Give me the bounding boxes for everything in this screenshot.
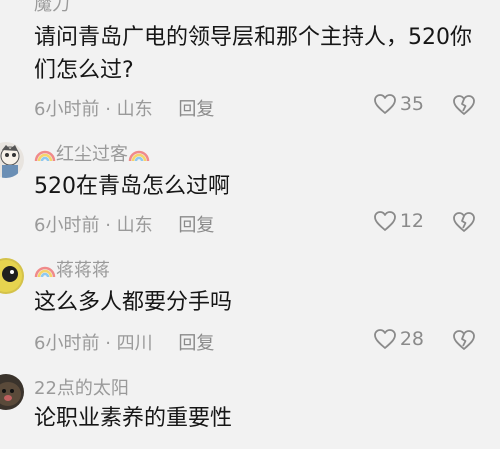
comment-meta: 6小时前 · 山东 回复 [34,211,214,237]
rainbow-icon [34,150,56,162]
comment-meta: 6小时前 · 四川 回复 [34,329,214,355]
broken-heart-icon [453,95,475,115]
avatar[interactable] [0,374,24,410]
comment-username[interactable]: 蒋蒋蒋 [34,256,110,282]
comment-username[interactable]: 魔力 [34,0,70,16]
like-button[interactable]: 12 [373,210,424,232]
username-text: 蒋蒋蒋 [56,260,110,281]
comment-time: 6小时前 [34,215,100,236]
meta-separator: · [105,99,117,120]
comment-location: 四川 [116,333,153,354]
avatar-pet-icon [0,382,21,406]
heart-outline-icon [373,94,396,114]
avatar[interactable] [0,258,24,294]
dislike-button[interactable] [452,94,476,120]
rainbow-icon [128,150,150,162]
username-text: 红尘过客 [56,144,128,165]
like-count: 28 [399,328,424,350]
dislike-button[interactable] [452,329,476,355]
meta-separator: · [105,215,117,236]
comment-username[interactable]: 22点的太阳 [34,374,129,400]
reply-button[interactable]: 回复 [178,99,214,120]
avatar[interactable] [0,142,24,178]
comment-location: 山东 [116,215,153,236]
like-count: 35 [399,93,424,115]
avatar-cartoon-icon [0,145,20,178]
comment-location: 山东 [116,99,153,120]
comment-time: 6小时前 [34,99,100,120]
heart-outline-icon [373,329,396,349]
like-button[interactable]: 28 [373,328,424,350]
comment-time: 6小时前 [34,333,100,354]
avatar-cartoon-icon [0,260,22,292]
heart-outline-icon [373,211,396,231]
comment-content: 论职业素养的重要性 [34,406,233,431]
comment-content: 请问青岛广电的领导层和那个主持人，520你们怎么过? [34,25,472,83]
broken-heart-icon [453,212,475,232]
reply-button[interactable]: 回复 [178,333,214,354]
reply-button[interactable]: 回复 [178,215,214,236]
comment-username[interactable]: 红尘过客 [34,140,150,166]
broken-heart-icon [453,330,475,350]
meta-separator: · [105,333,117,354]
dislike-button[interactable] [452,211,476,237]
comment-meta: 6小时前 · 山东 回复 [34,95,214,121]
comment-content: 520在青岛怎么过啊 [34,174,230,199]
like-button[interactable]: 35 [373,93,424,115]
rainbow-icon [34,266,56,278]
like-count: 12 [399,210,424,232]
comment-content: 这么多人都要分手吗 [34,290,233,315]
